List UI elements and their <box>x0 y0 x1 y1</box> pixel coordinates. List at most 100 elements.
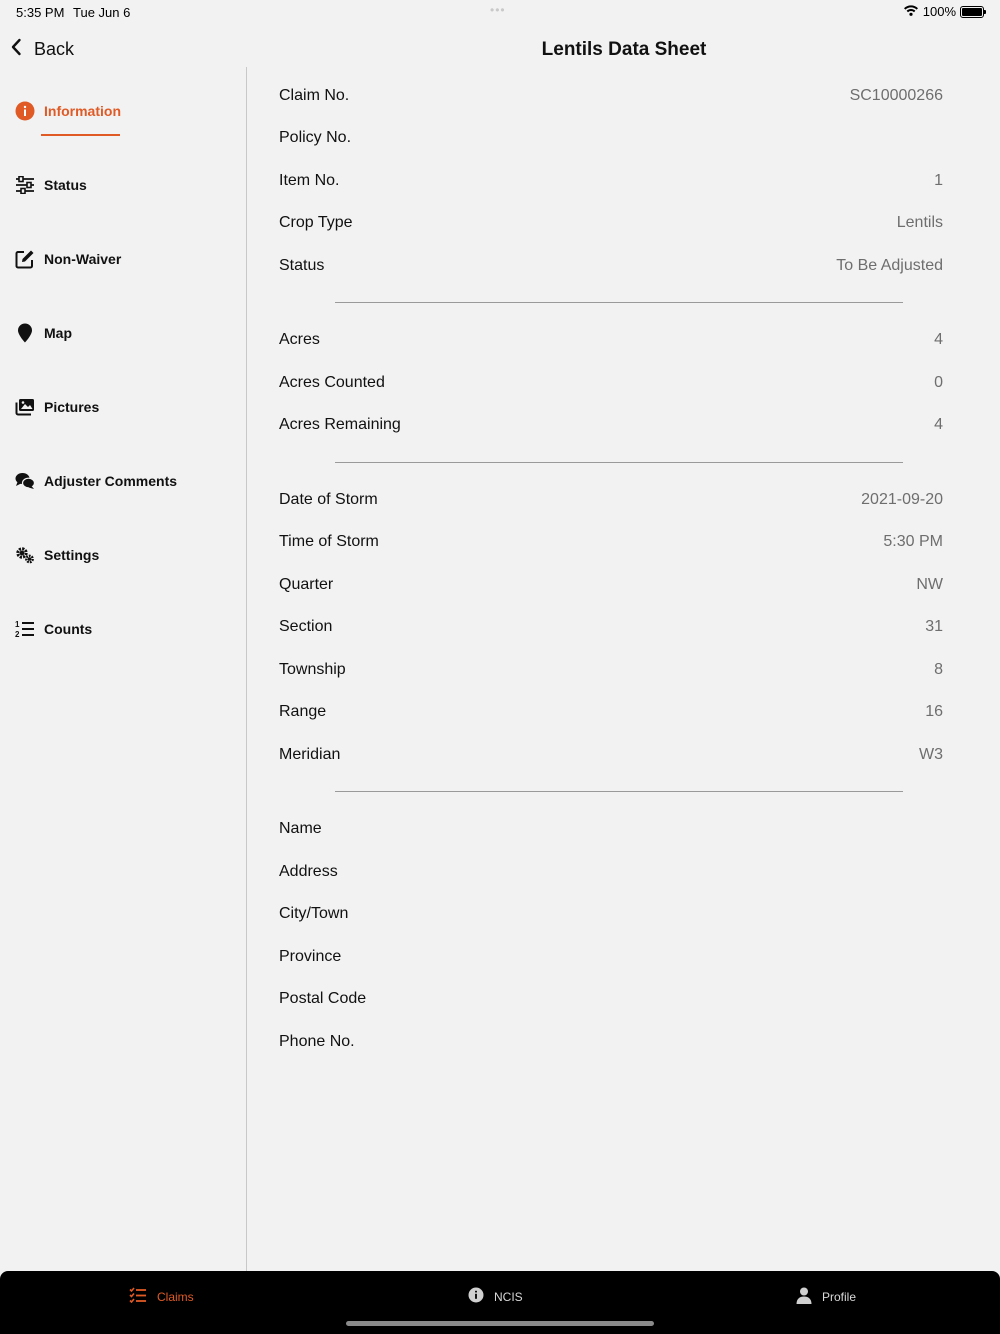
sidebar-item-label: Information <box>44 103 121 119</box>
field-label: Quarter <box>279 576 334 593</box>
section-divider <box>335 791 903 792</box>
field-label: Meridian <box>279 746 341 763</box>
sidebar-item-information[interactable]: Information <box>15 101 121 121</box>
status-time: 5:35 PM <box>16 5 65 20</box>
sidebar-item-label: Non-Waiver <box>44 251 122 267</box>
field-value: Lentils <box>896 214 943 231</box>
field-value: 0 <box>934 374 943 391</box>
field-label: Acres Remaining <box>279 416 401 433</box>
svg-text:1: 1 <box>15 620 20 629</box>
field-label: Status <box>279 257 325 274</box>
pictures-icon <box>15 397 35 417</box>
chevron-left-icon <box>10 38 22 61</box>
sidebar-item-non-waiver[interactable]: Non-Waiver <box>15 249 121 269</box>
map-pin-icon <box>15 323 35 343</box>
range-row: Range 16 <box>279 697 943 727</box>
sidebar-item-label: Status <box>44 177 87 193</box>
battery-icon <box>960 5 986 18</box>
status-date: Tue Jun 6 <box>73 5 131 20</box>
field-label: Item No. <box>279 172 340 189</box>
back-label: Back <box>34 39 75 59</box>
active-tab-underline <box>41 134 120 136</box>
field-label: Policy No. <box>279 129 352 146</box>
field-value: 1 <box>934 172 943 189</box>
numbered-list-icon: 1 2 <box>15 619 35 639</box>
field-label: Township <box>279 661 346 678</box>
checklist-icon <box>129 1287 147 1306</box>
sidebar-item-counts[interactable]: 1 2 Counts <box>15 619 92 639</box>
field-label: City/Town <box>279 905 349 922</box>
quarter-row: Quarter NW <box>279 570 943 600</box>
item-no-row: Item No. 1 <box>279 166 943 196</box>
back-button[interactable]: Back <box>10 38 74 61</box>
field-label: Name <box>279 820 322 837</box>
field-label: Date of Storm <box>279 491 378 508</box>
multitask-dots-icon[interactable]: ••• <box>490 3 506 17</box>
wifi-icon <box>903 4 919 19</box>
time-of-storm-row: Time of Storm 5:30 PM <box>279 527 943 557</box>
sidebar-item-settings[interactable]: Settings <box>15 545 99 565</box>
tab-claims[interactable]: Claims <box>129 1287 194 1306</box>
name-row: Name <box>279 814 943 844</box>
field-label: Crop Type <box>279 214 353 231</box>
tab-label: Profile <box>822 1290 857 1304</box>
page-title: Lentils Data Sheet <box>541 39 707 60</box>
battery-percent: 100% <box>922 4 956 19</box>
sidebar-item-status[interactable]: Status <box>15 175 87 195</box>
field-label: Section <box>279 618 333 635</box>
policy-no-row: Policy No. <box>279 123 943 153</box>
sidebar-item-label: Map <box>44 325 72 341</box>
field-label: Phone No. <box>279 1033 355 1050</box>
sidebar-item-label: Pictures <box>44 399 100 415</box>
sidebar-item-label: Counts <box>44 621 93 637</box>
sidebar-item-adjuster-comments[interactable]: Adjuster Comments <box>15 471 177 491</box>
crop-type-row: Crop Type Lentils <box>279 208 943 238</box>
province-row: Province <box>279 942 943 972</box>
tab-ncis[interactable]: NCIS <box>468 1287 523 1306</box>
field-label: Claim No. <box>279 87 350 104</box>
status-row: Status To Be Adjusted <box>279 251 943 281</box>
field-label: Address <box>279 863 338 880</box>
address-row: Address <box>279 857 943 887</box>
claim-no-row: Claim No. SC10000266 <box>279 81 943 111</box>
section-divider <box>335 462 903 463</box>
field-label: Range <box>279 703 327 720</box>
field-value: NW <box>916 576 943 593</box>
sliders-icon <box>15 175 35 195</box>
acres-row: Acres 4 <box>279 325 943 355</box>
postal-code-row: Postal Code <box>279 984 943 1014</box>
section-divider <box>335 302 903 303</box>
field-label: Time of Storm <box>279 533 379 550</box>
info-icon <box>468 1287 484 1306</box>
person-icon <box>796 1287 812 1307</box>
sidebar-item-pictures[interactable]: Pictures <box>15 397 99 417</box>
edit-icon <box>15 249 35 269</box>
sidebar-item-map[interactable]: Map <box>15 323 72 343</box>
field-value: To Be Adjusted <box>836 257 943 274</box>
sidebar-item-label: Adjuster Comments <box>44 473 178 489</box>
field-label: Province <box>279 948 342 965</box>
acres-remaining-row: Acres Remaining 4 <box>279 410 943 440</box>
status-indicators: 100% <box>903 4 986 19</box>
field-label: Acres <box>279 331 320 348</box>
info-icon <box>15 101 35 121</box>
field-value: 4 <box>934 416 943 433</box>
sidebar-item-label: Settings <box>44 547 100 563</box>
gears-icon <box>15 545 35 565</box>
field-value: 16 <box>925 703 943 720</box>
tab-profile[interactable]: Profile <box>796 1287 856 1307</box>
field-value: 31 <box>925 618 943 635</box>
field-value: W3 <box>919 746 943 763</box>
field-value: 4 <box>934 331 943 348</box>
tab-label: Claims <box>157 1289 194 1304</box>
meridian-row: Meridian W3 <box>279 740 943 770</box>
home-indicator[interactable] <box>346 1321 654 1326</box>
field-label: Postal Code <box>279 990 367 1007</box>
field-value: 5:30 PM <box>883 533 943 550</box>
field-value: 8 <box>934 661 943 678</box>
svg-text:2: 2 <box>15 630 20 639</box>
sidebar: Information Status Non-Waiver Map Pictur… <box>0 67 247 1271</box>
phone-no-row: Phone No. <box>279 1027 943 1057</box>
tab-label: NCIS <box>494 1289 523 1304</box>
field-value: 2021-09-20 <box>861 491 943 508</box>
